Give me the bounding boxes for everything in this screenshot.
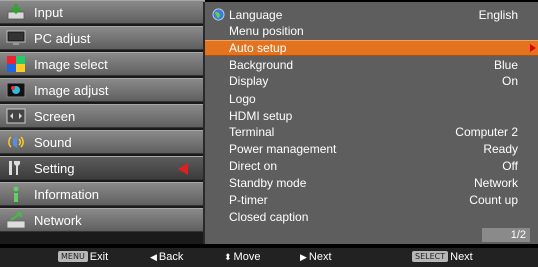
setting-language[interactable]: Language English (205, 8, 538, 22)
help-back-label: Back (158, 251, 184, 263)
help-exit-label: Exit (89, 251, 109, 263)
setting-name: Closed caption (229, 210, 309, 224)
setting-p-timer[interactable]: P-timer Count up (205, 193, 538, 207)
help-move-label: Move (233, 251, 261, 263)
category-input[interactable]: Input (0, 0, 205, 24)
setting-value: Ready (483, 142, 518, 156)
category-information[interactable]: Information (0, 182, 205, 206)
help-select-label: Next (450, 251, 473, 263)
help-next-label: Next (308, 251, 332, 263)
setting-display[interactable]: Display On (205, 74, 538, 88)
setting-auto-setup[interactable]: Auto setup (205, 40, 538, 56)
setting-standby-mode[interactable]: Standby mode Network (205, 176, 538, 190)
help-next: ▶ Next (300, 251, 332, 264)
active-category-arrow (178, 163, 188, 175)
category-setting[interactable]: Setting (0, 156, 205, 180)
setting-terminal[interactable]: Terminal Computer 2 (205, 125, 538, 139)
setting-name: HDMI setup (229, 109, 293, 123)
help-select: SELECT Next (412, 251, 473, 264)
category-image-select[interactable]: Image select (0, 52, 205, 76)
category-label: Image select (34, 57, 108, 72)
page-indicator: 1/2 (482, 228, 530, 242)
setting-icon (9, 161, 20, 175)
setting-value: English (478, 8, 518, 22)
setting-value: Off (502, 159, 518, 173)
left-arrow-icon: ◀ (150, 252, 157, 262)
setting-name: Auto setup (229, 41, 287, 55)
setting-value: Blue (493, 58, 518, 72)
category-screen[interactable]: Screen (0, 104, 205, 128)
help-move: ⬍ Move (224, 251, 260, 264)
help-bar: MENU Exit ◀ Back ⬍ Move ▶ Next SELECT Next (0, 248, 538, 267)
category-label: Sound (34, 135, 72, 150)
category-label: Setting (34, 161, 75, 176)
up-down-arrow-icon: ⬍ (224, 252, 232, 262)
category-label: Information (34, 187, 100, 202)
setting-name: Direct on (229, 159, 278, 173)
setting-menu-position[interactable]: Menu position (205, 24, 538, 38)
right-arrow-icon: ▶ (300, 252, 307, 262)
setting-value: Count up (469, 193, 518, 207)
screen-icon (6, 108, 26, 124)
setting-value: Computer 2 (455, 125, 518, 139)
setting-logo[interactable]: Logo (205, 92, 538, 106)
category-pc-adjust[interactable]: PC adjust (0, 26, 205, 50)
submenu-arrow-icon (530, 44, 536, 52)
help-exit: MENU Exit (58, 251, 108, 264)
setting-background[interactable]: Background Blue (205, 58, 538, 72)
setting-name: Background (229, 58, 294, 72)
image-adjust-icon (6, 82, 26, 98)
category-sound[interactable]: Sound (0, 130, 205, 154)
setting-closed-caption[interactable]: Closed caption (205, 210, 538, 224)
pc-adjust-icon (6, 30, 26, 45)
setting-value: On (501, 74, 518, 88)
category-image-adjust[interactable]: Image adjust (0, 78, 205, 102)
category-label: Input (34, 5, 63, 20)
setting-name: Language (229, 8, 283, 22)
category-label: Image adjust (34, 83, 109, 98)
setting-name: Power management (229, 142, 337, 156)
setting-name: Logo (229, 92, 256, 106)
globe-icon (212, 8, 225, 21)
input-icon (7, 4, 25, 20)
network-icon (6, 212, 26, 229)
category-label: Network (34, 213, 82, 228)
sound-icon (8, 136, 24, 148)
setting-name: P-timer (229, 193, 268, 207)
setting-name: Terminal (229, 125, 275, 139)
setting-name: Display (229, 74, 269, 88)
image-select-icon (7, 56, 25, 72)
menu-key-icon: MENU (58, 251, 88, 262)
setting-value: Network (473, 176, 518, 190)
category-label: Screen (34, 109, 76, 124)
select-key-icon: SELECT (412, 251, 449, 262)
information-icon (13, 186, 19, 202)
settings-panel: Language English Menu position Auto setu… (203, 2, 538, 244)
setting-name: Standby mode (229, 176, 307, 190)
category-network[interactable]: Network (0, 208, 205, 232)
setting-direct-on[interactable]: Direct on Off (205, 159, 538, 173)
category-menu: Input PC adjust Image select Image adjus… (0, 0, 205, 244)
setting-name: Menu position (229, 24, 304, 38)
setting-power-management[interactable]: Power management Ready (205, 142, 538, 156)
help-back: ◀ Back (150, 251, 183, 264)
category-label: PC adjust (34, 31, 91, 46)
setting-hdmi-setup[interactable]: HDMI setup (205, 109, 538, 123)
